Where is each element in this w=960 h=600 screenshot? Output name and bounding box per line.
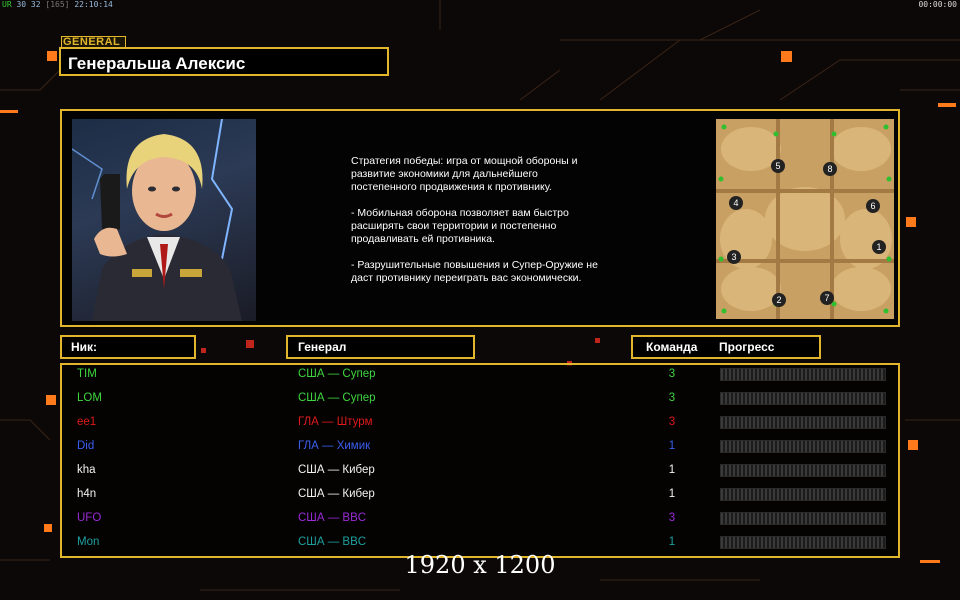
player-nick: h4n — [77, 488, 97, 500]
column-header-nick: Ник: — [60, 335, 196, 359]
start-position-marker: 8 — [823, 162, 837, 176]
start-position-marker: 2 — [772, 293, 786, 307]
player-row: h4n США — Кибер 1 — [62, 485, 898, 509]
map-preview: 1 2 3 4 5 6 7 8 — [716, 119, 894, 319]
general-title: Генеральша Алексис — [59, 47, 389, 76]
player-progress-bar — [720, 488, 886, 501]
player-general: США — Супер — [298, 392, 376, 404]
player-general: ГЛА — Штурм — [298, 416, 373, 428]
player-team: 1 — [668, 464, 676, 476]
player-row: LOM США — Супер 3 — [62, 389, 898, 413]
player-nick: kha — [77, 464, 96, 476]
player-team: 3 — [668, 392, 676, 404]
column-header-team: Команда — [646, 340, 698, 354]
player-general: США — BBC — [298, 536, 367, 548]
fps-counter: UR 30 32 [165] 22:10:14 — [2, 0, 113, 9]
player-row: TIM США — Супер 3 — [62, 365, 898, 389]
general-info-panel: Стратегия победы: игра от мощной обороны… — [60, 109, 900, 327]
description-paragraph: - Мобильная оборона позволяет вам быстро… — [351, 207, 569, 245]
player-team: 1 — [668, 488, 676, 500]
start-position-marker: 5 — [771, 159, 785, 173]
player-row: Did ГЛА — Химик 1 — [62, 437, 898, 461]
start-position-marker: 6 — [866, 199, 880, 213]
player-team: 1 — [668, 440, 676, 452]
general-portrait — [72, 119, 256, 321]
player-progress-bar — [720, 512, 886, 525]
game-timer: 00:00:00 — [918, 0, 957, 9]
player-progress-bar — [720, 368, 886, 381]
player-progress-bar — [720, 464, 886, 477]
player-general: США — Кибер — [298, 464, 375, 476]
player-team: 1 — [668, 536, 676, 548]
description-paragraph: - Разрушительные повышения и Супер-Оружи… — [351, 259, 598, 284]
player-general: США — BBC — [298, 512, 367, 524]
player-nick: Did — [77, 440, 95, 452]
start-position-marker: 1 — [872, 240, 886, 254]
player-progress-bar — [720, 536, 886, 549]
player-nick: Mon — [77, 536, 100, 548]
players-table: TIM США — Супер 3 LOM США — Супер 3 ee1 … — [60, 363, 900, 558]
player-row: UFO США — BBC 3 — [62, 509, 898, 533]
column-header-team-progress: Команда Прогресс — [631, 335, 821, 359]
player-general: США — Кибер — [298, 488, 375, 500]
strategy-description: Стратегия победы: игра от мощной обороны… — [351, 155, 651, 298]
player-row: ee1 ГЛА — Штурм 3 — [62, 413, 898, 437]
player-progress-bar — [720, 416, 886, 429]
player-progress-bar — [720, 392, 886, 405]
player-nick: ee1 — [77, 416, 97, 428]
player-nick: LOM — [77, 392, 102, 404]
column-header-progress: Прогресс — [719, 340, 775, 354]
column-header-general: Генерал — [286, 335, 475, 359]
start-position-marker: 3 — [727, 250, 741, 264]
player-team: 3 — [668, 368, 676, 380]
player-nick: UFO — [77, 512, 102, 524]
player-progress-bar — [720, 440, 886, 453]
start-position-marker: 7 — [820, 291, 834, 305]
player-team: 3 — [668, 512, 676, 524]
description-paragraph: Стратегия победы: игра от мощной обороны… — [351, 155, 578, 193]
player-general: ГЛА — Химик — [298, 440, 371, 452]
player-team: 3 — [668, 416, 676, 428]
start-position-marker: 4 — [729, 196, 743, 210]
player-general: США — Супер — [298, 368, 376, 380]
player-row: kha США — Кибер 1 — [62, 461, 898, 485]
player-nick: TIM — [77, 368, 97, 380]
resolution-label: 1920 x 1200 — [404, 551, 556, 579]
